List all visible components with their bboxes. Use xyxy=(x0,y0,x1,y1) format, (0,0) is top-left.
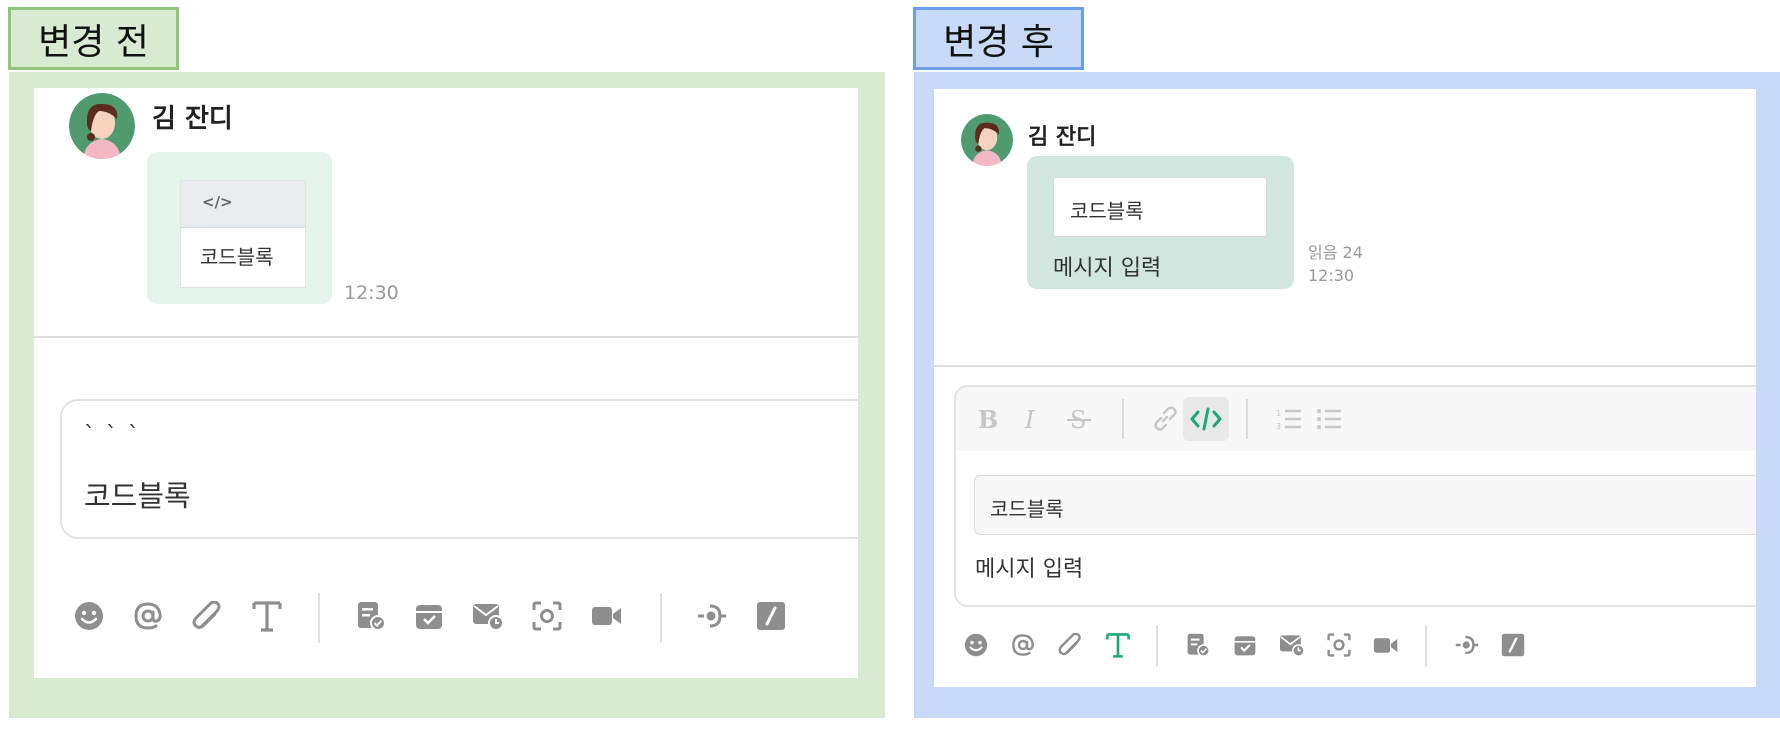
after-label: 변경 후 xyxy=(913,7,1084,70)
divider xyxy=(34,336,858,338)
code-block: 코드블록 xyxy=(1053,177,1267,237)
format-toolbar: B I S 13 xyxy=(956,387,1756,451)
emoji-icon[interactable] xyxy=(74,601,104,631)
code-block-header: </> xyxy=(181,181,305,228)
input-backticks: ` ` ` xyxy=(84,423,141,448)
toolbar-separator xyxy=(660,593,662,643)
message-bubble: </> 코드블록 xyxy=(147,152,332,304)
todo-icon[interactable] xyxy=(1186,633,1210,657)
message-time: 12:30 xyxy=(1308,266,1355,285)
bullet-list-icon[interactable] xyxy=(1316,407,1342,431)
plugin-icon[interactable] xyxy=(696,601,728,631)
bold-icon[interactable]: B xyxy=(976,407,998,431)
plugin-icon[interactable] xyxy=(1454,633,1480,657)
input-text: 코드블록 xyxy=(84,479,191,513)
code-block-icon[interactable] xyxy=(1183,397,1229,441)
emoji-icon[interactable] xyxy=(964,633,988,657)
avatar[interactable] xyxy=(961,114,1013,166)
screen-capture-icon[interactable] xyxy=(1327,633,1351,657)
code-block: </> 코드블록 xyxy=(180,180,306,288)
scheduled-mail-icon[interactable] xyxy=(472,601,504,631)
video-icon[interactable] xyxy=(1373,635,1399,656)
archive-icon[interactable] xyxy=(1233,633,1257,657)
attach-icon[interactable] xyxy=(191,601,223,631)
svg-text:B: B xyxy=(978,407,998,431)
message-text: 메시지 입력 xyxy=(1053,256,1162,281)
screen-capture-icon[interactable] xyxy=(532,601,562,631)
svg-text:I: I xyxy=(1024,407,1035,431)
editor-code-text: 코드블록 xyxy=(990,497,1064,521)
divider xyxy=(934,365,1756,367)
strikethrough-icon[interactable]: S xyxy=(1066,407,1092,431)
message-editor[interactable]: B I S 13 코드블록 메시지 입력 xyxy=(954,385,1756,607)
archive-icon[interactable] xyxy=(414,601,444,631)
editor-code-block[interactable]: 코드블록 xyxy=(974,475,1756,535)
read-count[interactable]: 읽음 24 xyxy=(1308,239,1363,263)
toolbar-separator xyxy=(318,593,320,643)
text-format-icon[interactable] xyxy=(1105,631,1131,659)
attach-icon[interactable] xyxy=(1057,633,1083,657)
toolbar-separator xyxy=(1425,625,1427,667)
slash-command-icon[interactable] xyxy=(1501,633,1525,657)
mention-icon[interactable] xyxy=(1011,633,1035,657)
toolbar-separator xyxy=(1122,399,1124,439)
before-screen: 김 잔디 </> 코드블록 12:30 ` ` ` 코드블록 xyxy=(34,88,858,678)
code-text: 코드블록 xyxy=(200,245,274,269)
text-format-icon[interactable] xyxy=(251,599,283,633)
svg-text:1: 1 xyxy=(1276,409,1281,418)
toolbar xyxy=(934,621,1756,671)
sender-name: 김 잔디 xyxy=(1028,125,1097,150)
mention-icon[interactable] xyxy=(133,601,163,631)
editor-message-text: 메시지 입력 xyxy=(975,557,1084,582)
video-icon[interactable] xyxy=(591,603,623,629)
svg-text:3: 3 xyxy=(1276,422,1281,431)
code-icon-text: </> xyxy=(202,193,233,211)
italic-icon[interactable]: I xyxy=(1022,407,1044,431)
toolbar-separator xyxy=(1246,399,1248,439)
code-text: 코드블록 xyxy=(1070,199,1144,223)
sender-name: 김 잔디 xyxy=(152,104,233,134)
message-bubble: 코드블록 메시지 입력 xyxy=(1027,156,1294,289)
ordered-list-icon[interactable]: 13 xyxy=(1276,407,1302,431)
slash-command-icon[interactable] xyxy=(756,601,786,631)
after-screen: 김 잔디 코드블록 메시지 입력 읽음 24 12:30 B I S 1 3 코… xyxy=(934,89,1756,687)
message-time: 12:30 xyxy=(344,282,399,304)
link-icon[interactable] xyxy=(1152,406,1178,432)
toolbar-separator xyxy=(1156,625,1158,667)
avatar[interactable] xyxy=(69,93,135,159)
message-input[interactable]: ` ` ` 코드블록 xyxy=(60,399,858,539)
toolbar xyxy=(34,588,858,648)
todo-icon[interactable] xyxy=(356,601,386,631)
before-label: 변경 전 xyxy=(8,7,179,70)
scheduled-mail-icon[interactable] xyxy=(1279,633,1305,657)
